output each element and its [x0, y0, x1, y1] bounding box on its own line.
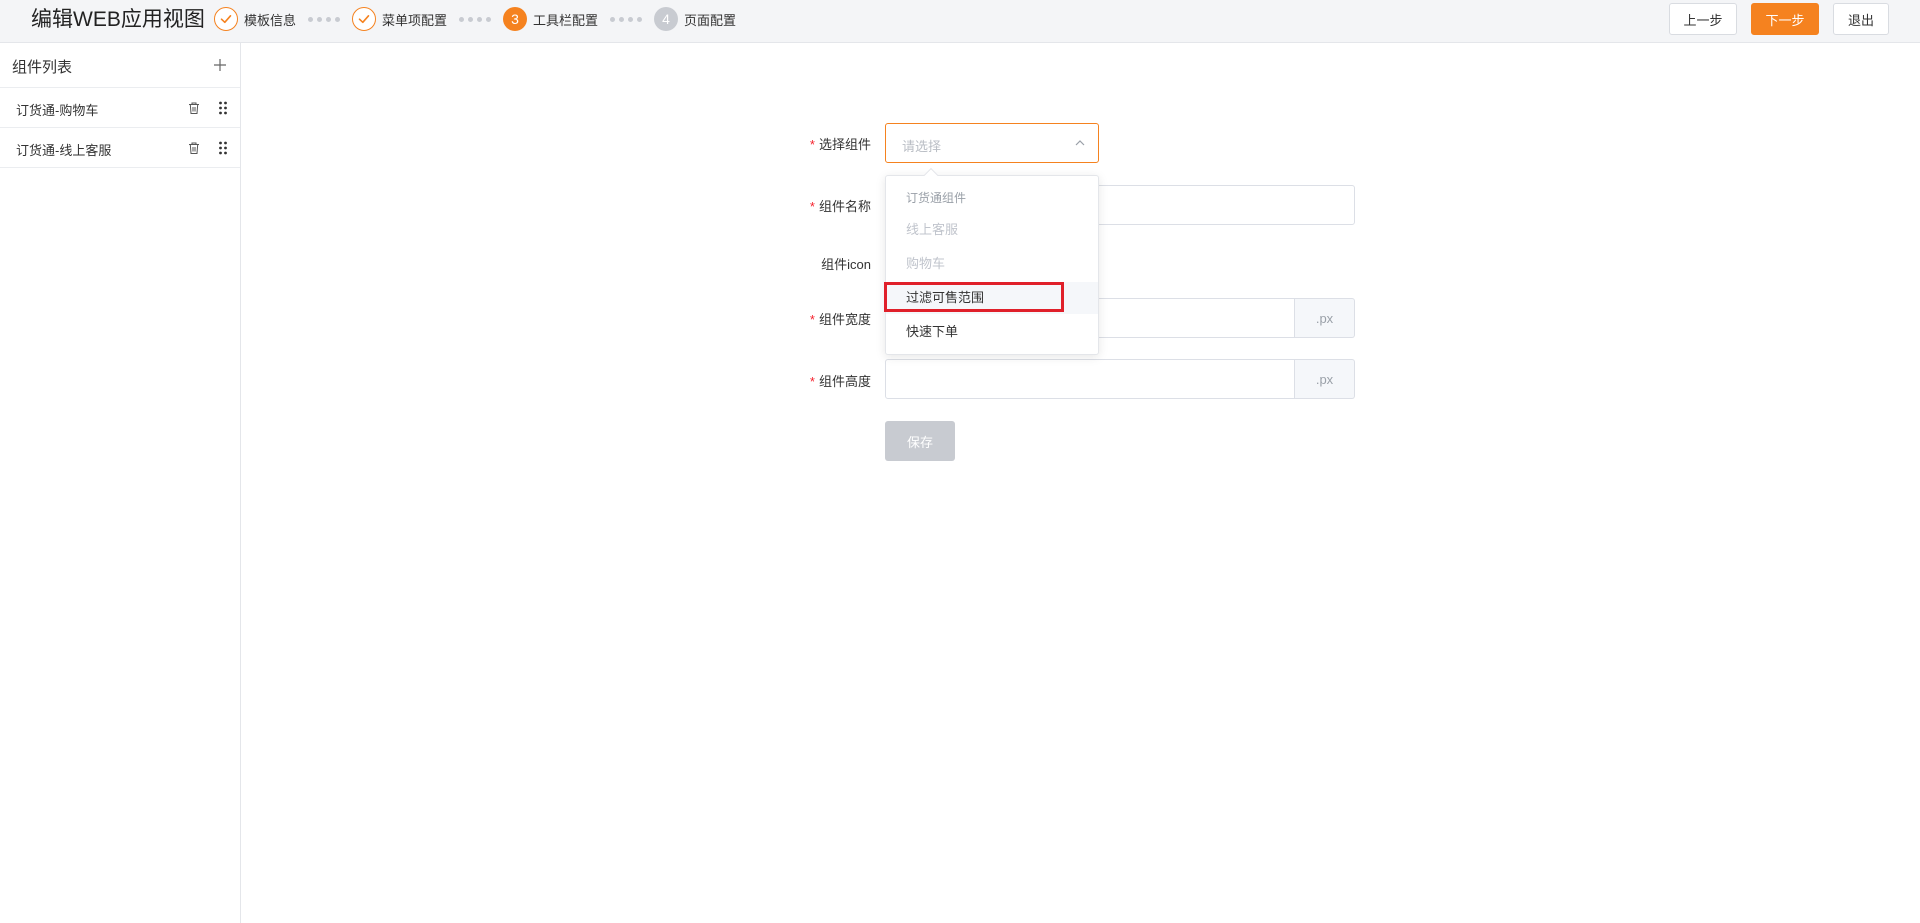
chevron-up-icon — [1075, 140, 1085, 146]
steps-bar: 模板信息 菜单项配置 3 工具栏配置 4 页面配置 — [214, 7, 736, 31]
dropdown-group-title: 订货通组件 — [906, 191, 967, 205]
step-4: 4 页面配置 — [654, 7, 736, 31]
dropdown-option[interactable]: 过滤可售范围 — [886, 282, 1098, 314]
component-height-label: * 组件高度 — [809, 374, 871, 389]
step-number-badge: 3 — [503, 7, 528, 31]
plus-icon[interactable] — [212, 57, 228, 73]
step-label: 页面配置 — [684, 12, 737, 28]
list-item-label: 订货通-购物车 — [16, 103, 99, 118]
list-item[interactable]: 订货通-线上客服 — [0, 128, 240, 168]
step-1: 模板信息 — [214, 7, 296, 31]
trash-icon[interactable] — [187, 101, 201, 115]
component-dropdown: 订货通组件 线上客服 购物车 过滤可售范围 快速下单 — [885, 167, 1099, 355]
step-3: 3 工具栏配置 — [503, 7, 598, 31]
list-item-label: 订货通-线上客服 — [16, 143, 112, 158]
step-2: 菜单项配置 — [352, 7, 447, 31]
component-height-input[interactable] — [885, 359, 1295, 399]
top-header: 编辑WEB应用视图 模板信息 菜单项配置 3 工具栏配置 4 页面配置 上一步 … — [0, 0, 1920, 43]
height-unit-suffix: .px — [1295, 359, 1355, 399]
component-width-label: * 组件宽度 — [809, 312, 871, 327]
check-circle-icon — [352, 7, 377, 31]
step-connector — [308, 16, 341, 22]
trash-icon[interactable] — [187, 141, 201, 155]
prev-step-button[interactable]: 上一步 — [1669, 3, 1737, 35]
dropdown-option[interactable]: 快速下单 — [886, 316, 1098, 348]
step-label: 工具栏配置 — [533, 12, 599, 28]
next-step-button[interactable]: 下一步 — [1751, 3, 1819, 35]
component-icon-label: 组件icon — [821, 257, 871, 272]
exit-button[interactable]: 退出 — [1833, 3, 1889, 35]
step-connector — [459, 16, 492, 22]
dropdown-option: 购物车 — [906, 256, 946, 271]
save-button[interactable]: 保存 — [885, 421, 955, 461]
drag-handle-icon[interactable] — [217, 140, 229, 156]
select-component-label: * 选择组件 — [809, 137, 871, 152]
step-label: 模板信息 — [244, 12, 297, 28]
page-title: 编辑WEB应用视图 — [31, 8, 205, 31]
dropdown-arrow — [923, 167, 939, 183]
list-item[interactable]: 订货通-购物车 — [0, 88, 240, 128]
component-list-title: 组件列表 — [12, 59, 73, 76]
width-unit-suffix: .px — [1295, 298, 1355, 338]
drag-handle-icon[interactable] — [217, 100, 229, 116]
component-select[interactable]: 请选择 — [885, 123, 1099, 163]
select-placeholder: 请选择 — [902, 139, 942, 154]
component-name-label: * 组件名称 — [809, 199, 871, 214]
step-connector — [610, 16, 643, 22]
step-number-badge: 4 — [654, 7, 679, 31]
step-label: 菜单项配置 — [382, 12, 448, 28]
dropdown-option: 线上客服 — [906, 222, 959, 237]
component-list-panel: 组件列表 订货通-购物车 订货通-线上客服 — [0, 43, 241, 923]
check-circle-icon — [214, 7, 238, 31]
component-list-header: 组件列表 — [0, 43, 240, 88]
